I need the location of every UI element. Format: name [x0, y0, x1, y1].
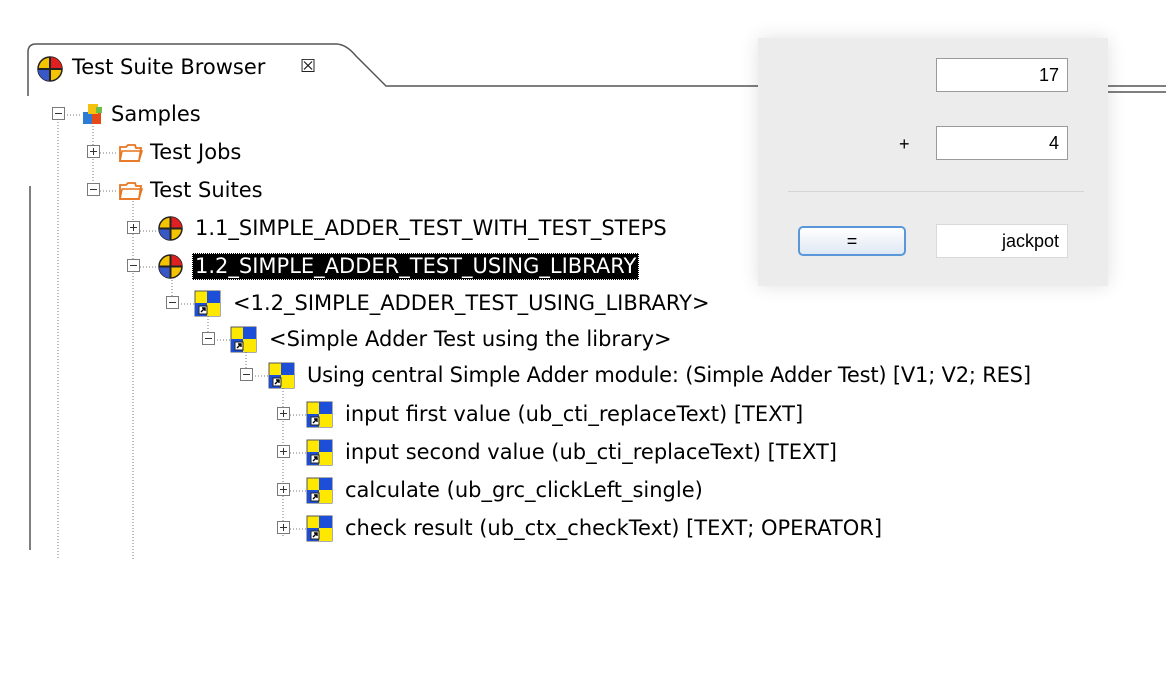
- tree-item-label: <1.2_SIMPLE_ADDER_TEST_USING_LIBRARY>: [233, 291, 710, 315]
- tree-item-test-case-ref[interactable]: check result (ub_ctx_checkText) [TEXT; O…: [0, 512, 1000, 546]
- equals-button[interactable]: =: [798, 226, 906, 256]
- value2-input[interactable]: [936, 126, 1068, 160]
- close-icon[interactable]: ☒: [300, 53, 316, 81]
- test-case-reference-icon: [306, 477, 333, 504]
- tree-item-test-case-ref[interactable]: input first value (ub_cti_replaceText) […: [0, 398, 900, 432]
- tree-item-test-suite-1-1[interactable]: 1.1_SIMPLE_ADDER_TEST_WITH_TEST_STEPS: [0, 212, 780, 246]
- folder-icon: [119, 144, 144, 162]
- simple-adder-window: + = jackpot: [758, 38, 1108, 286]
- test-case-reference-icon: [306, 515, 333, 542]
- tree-item-label-selected: 1.2_SIMPLE_ADDER_TEST_USING_LIBRARY: [192, 253, 640, 280]
- expand-icon[interactable]: [127, 221, 140, 234]
- category-icon: [83, 104, 102, 124]
- tree-item-label: Samples: [111, 102, 201, 126]
- tree-item-test-jobs[interactable]: Test Jobs: [0, 136, 600, 170]
- separator: [788, 191, 1084, 192]
- collapse-icon[interactable]: [240, 368, 253, 381]
- test-suite-icon: [158, 216, 183, 241]
- expand-icon[interactable]: [277, 483, 290, 496]
- collapse-icon[interactable]: [166, 296, 179, 309]
- value1-input[interactable]: [936, 58, 1068, 92]
- test-case-reference-icon: [230, 326, 257, 353]
- tree-item-label: <Simple Adder Test using the library>: [269, 327, 672, 351]
- tree-item-label: check result (ub_ctx_checkText) [TEXT; O…: [345, 516, 883, 540]
- tree-item-test-suite-1-2[interactable]: 1.2_SIMPLE_ADDER_TEST_USING_LIBRARY: [0, 250, 780, 284]
- test-case-reference-icon: [268, 362, 295, 389]
- test-case-reference-icon: [306, 439, 333, 466]
- result-field: jackpot: [936, 224, 1068, 258]
- tree-item-samples[interactable]: Samples: [0, 98, 600, 132]
- tree-item-label: calculate (ub_grc_clickLeft_single): [345, 478, 703, 502]
- collapse-icon[interactable]: [52, 107, 65, 120]
- tree-item-label: input second value (ub_cti_replaceText) …: [345, 440, 838, 464]
- test-case-reference-icon: [194, 290, 221, 317]
- tab-title[interactable]: Test Suite Browser: [72, 53, 265, 81]
- tree-item-label: Test Jobs: [150, 140, 242, 164]
- collapse-icon[interactable]: [127, 259, 140, 272]
- tree-item-label: input first value (ub_cti_replaceText) […: [345, 402, 804, 426]
- test-suite-icon: [158, 254, 183, 279]
- collapse-icon[interactable]: [202, 332, 215, 345]
- operator-label: +: [899, 134, 910, 154]
- tree-item-label: 1.1_SIMPLE_ADDER_TEST_WITH_TEST_STEPS: [195, 216, 667, 240]
- tree-item-test-case-ref[interactable]: Using central Simple Adder module: (Simp…: [0, 359, 1160, 393]
- tree-item-test-case-ref[interactable]: <1.2_SIMPLE_ADDER_TEST_USING_LIBRARY>: [0, 287, 800, 321]
- tree-item-test-case-ref[interactable]: input second value (ub_cti_replaceText) …: [0, 436, 900, 470]
- expand-icon[interactable]: [277, 521, 290, 534]
- expand-icon[interactable]: [87, 145, 100, 158]
- tree-item-label: Using central Simple Adder module: (Simp…: [307, 363, 1031, 387]
- tree-item-test-suites[interactable]: Test Suites: [0, 174, 600, 208]
- expand-icon[interactable]: [277, 407, 290, 420]
- collapse-icon[interactable]: [87, 183, 100, 196]
- expand-icon[interactable]: [277, 445, 290, 458]
- test-suite-icon: [37, 56, 63, 82]
- tree-item-test-case-ref[interactable]: calculate (ub_grc_clickLeft_single): [0, 474, 900, 508]
- test-case-reference-icon: [306, 401, 333, 428]
- tree-item-test-case-ref[interactable]: <Simple Adder Test using the library>: [0, 323, 800, 357]
- folder-icon: [119, 182, 144, 200]
- tree-item-label: Test Suites: [150, 178, 263, 202]
